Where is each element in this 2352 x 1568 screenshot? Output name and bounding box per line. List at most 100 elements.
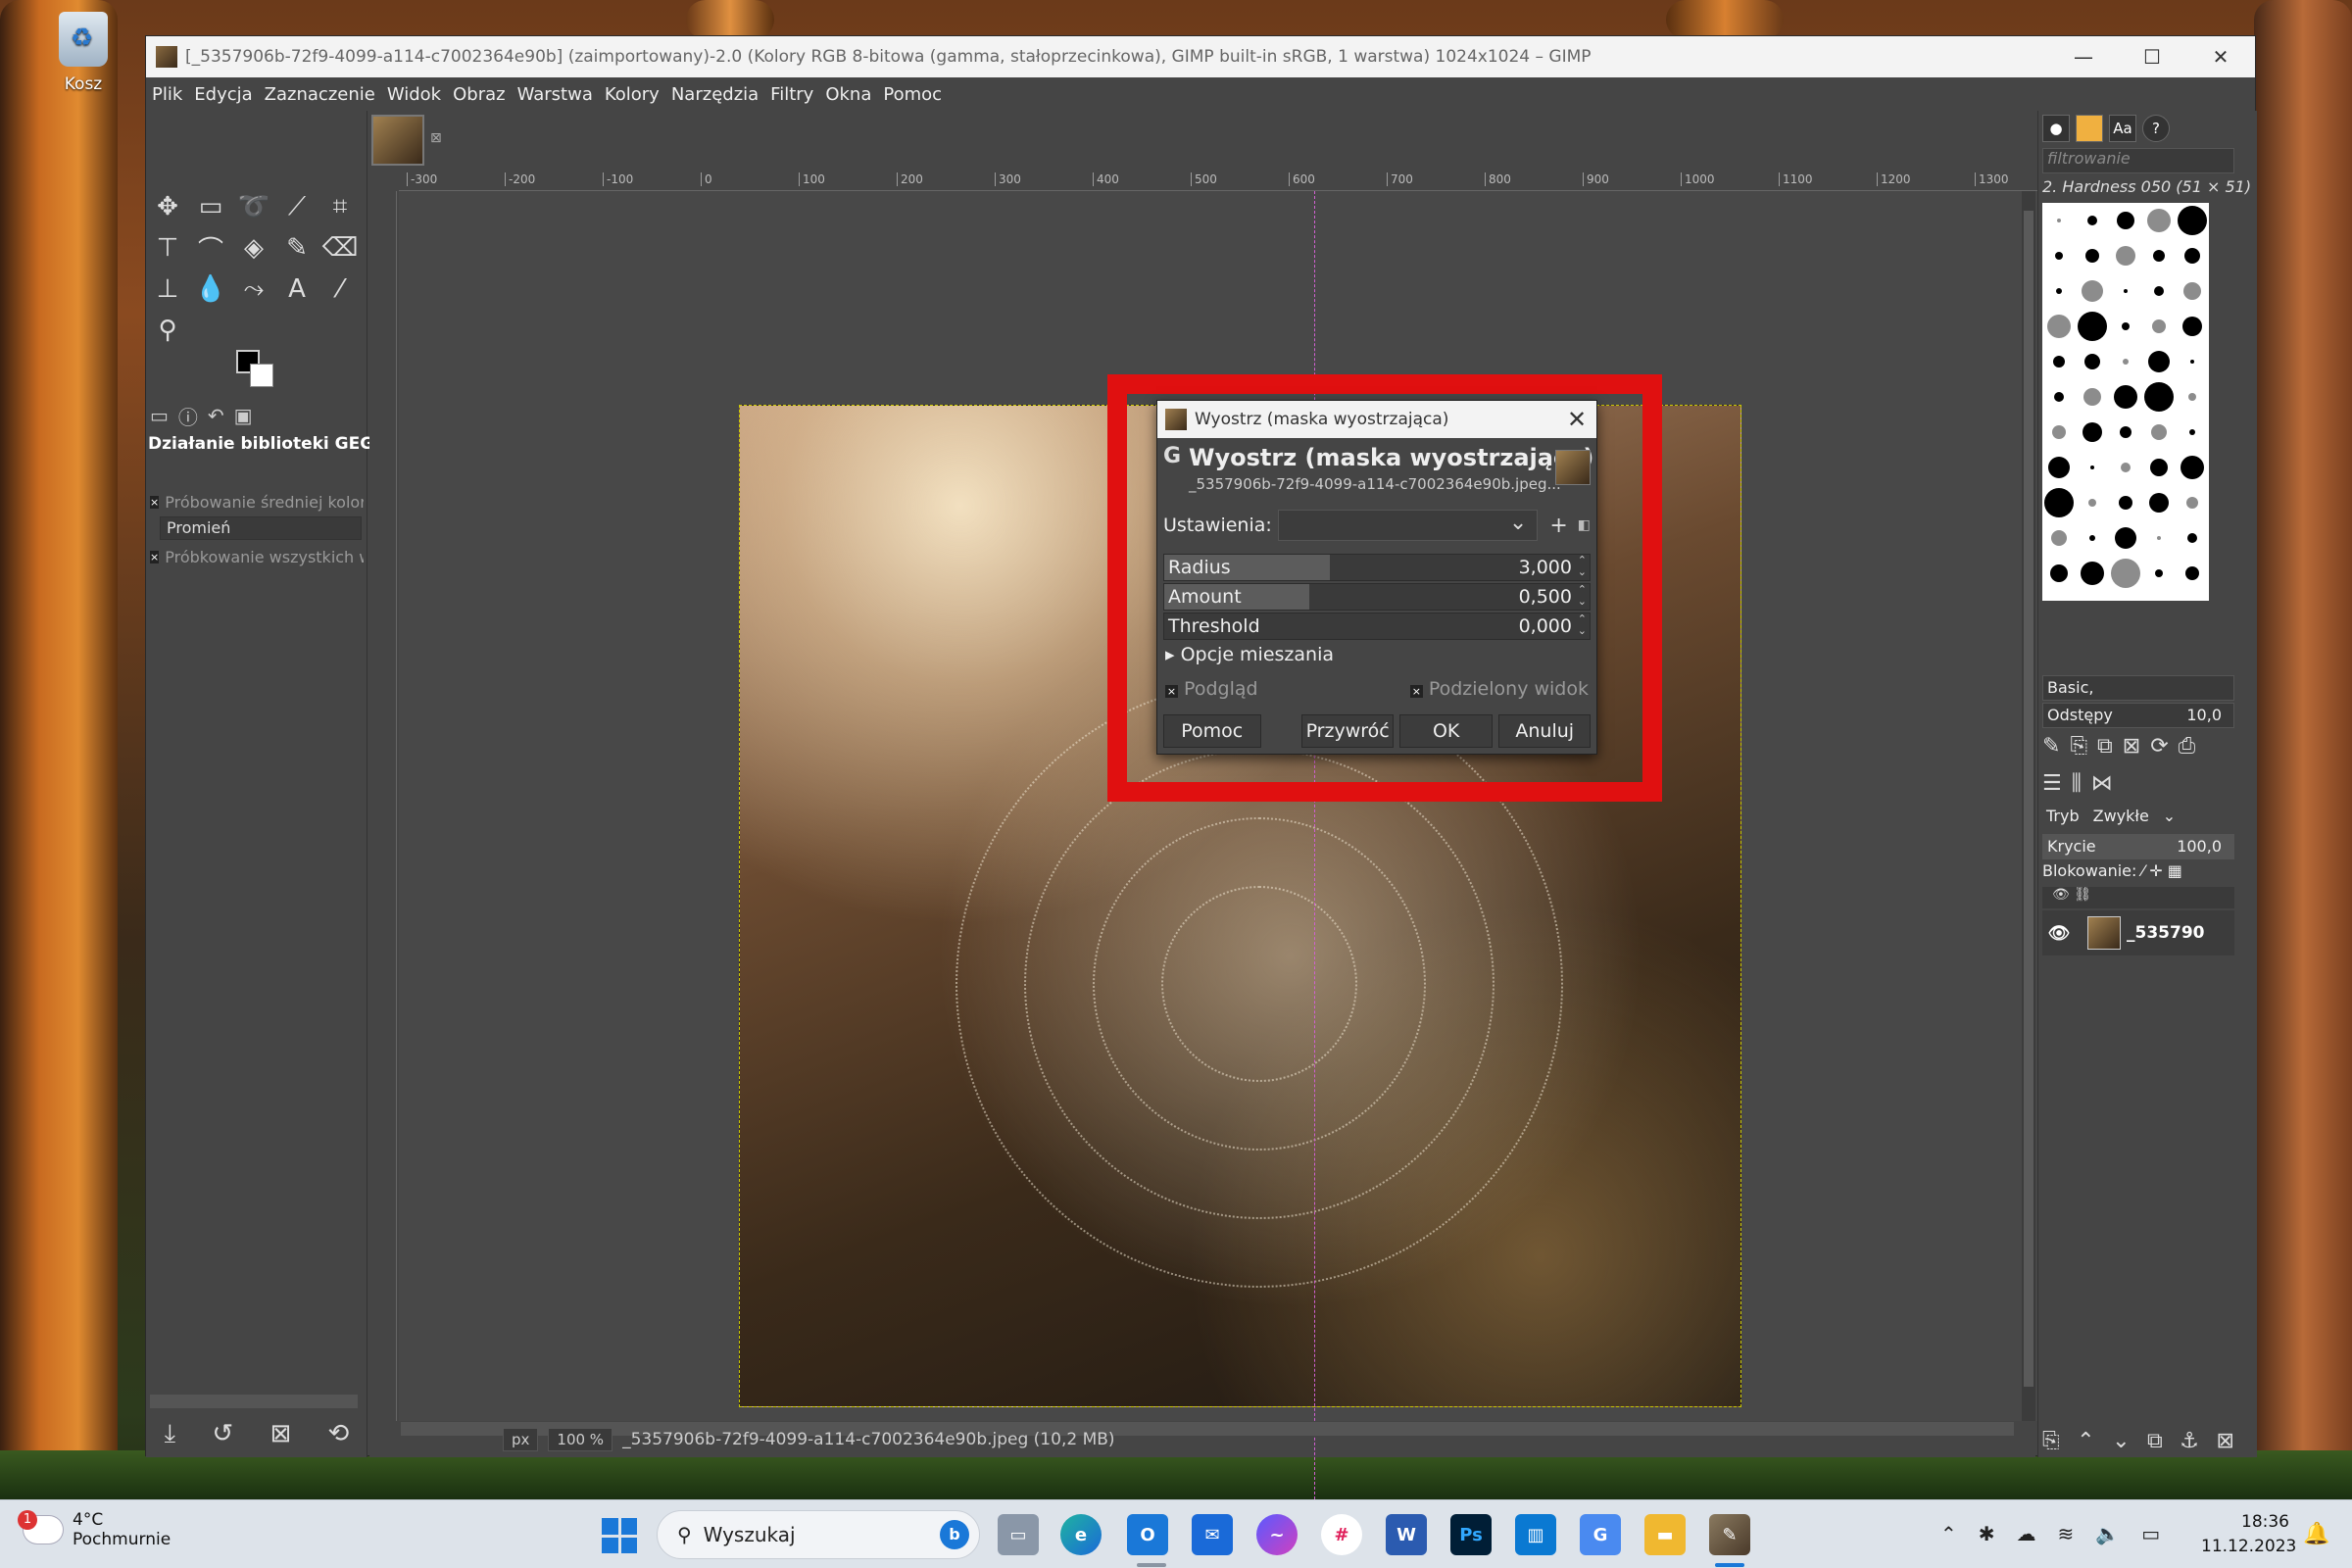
delete-layer-icon[interactable]: ⊠	[2217, 1429, 2234, 1453]
brush-preview[interactable]	[2189, 429, 2195, 435]
brush-preview[interactable]	[2152, 319, 2166, 333]
delete-options-icon[interactable]: ⊠	[270, 1419, 291, 1448]
brush-preview[interactable]	[2088, 499, 2096, 507]
brush-preview[interactable]	[2083, 388, 2101, 406]
brush-preview[interactable]	[2056, 288, 2062, 294]
brush-preview[interactable]	[2053, 356, 2065, 368]
brush-preview[interactable]	[2154, 286, 2164, 296]
battery-icon[interactable]: ▭	[2141, 1522, 2160, 1545]
duplicate-brush-icon[interactable]: ⧉	[2097, 734, 2113, 759]
new-brush-icon[interactable]: ⎘	[2070, 734, 2087, 759]
fg-bg-colors[interactable]	[236, 350, 275, 389]
brush-preview[interactable]	[2048, 457, 2070, 478]
brush-preview[interactable]	[2078, 312, 2107, 341]
fuzzy-select-tool-icon[interactable]: ⟋	[279, 189, 315, 224]
brush-preview[interactable]	[2123, 359, 2129, 365]
amount-slider[interactable]: Amount 0,500 ⌃ ⌄	[1163, 583, 1591, 611]
brush-preview[interactable]	[2185, 566, 2199, 580]
help-button[interactable]: Pomoc	[1163, 714, 1261, 748]
brush-preview[interactable]	[2085, 249, 2099, 263]
volume-icon[interactable]: 🔈	[2095, 1522, 2120, 1545]
layer-mode-row[interactable]: Tryb Zwykłe ⌄	[2046, 807, 2176, 825]
edge-icon[interactable]: e	[1060, 1514, 1102, 1555]
brush-preview[interactable]	[2117, 212, 2134, 229]
brush-preset-select[interactable]: Basic,	[2042, 675, 2234, 701]
opacity-field[interactable]: Krycie 100,0	[2042, 834, 2234, 859]
lasso-tool-icon[interactable]: ➰	[236, 189, 271, 224]
vertical-scrollbar[interactable]	[2022, 191, 2035, 1421]
brush-preview[interactable]	[2183, 282, 2201, 300]
vertical-ruler[interactable]	[375, 191, 397, 1421]
lock-position-icon[interactable]: ✛	[2149, 861, 2162, 880]
image-tab-close-icon[interactable]: ⊠	[430, 130, 442, 146]
brush-preview[interactable]	[2082, 422, 2102, 442]
anchor-layer-icon[interactable]: ⚓	[2180, 1429, 2199, 1453]
brush-preview[interactable]	[2190, 360, 2194, 364]
brush-preview[interactable]	[2188, 393, 2196, 401]
slack-tray-icon[interactable]: ✱	[1979, 1522, 1995, 1545]
brushes-tab-icon[interactable]: ●	[2042, 115, 2070, 142]
spacing-field[interactable]: Odstępy 10,0	[2042, 703, 2234, 728]
crop-tool-icon[interactable]: ⌗	[322, 189, 358, 224]
brush-preview[interactable]	[2082, 280, 2103, 302]
paintbrush-tool-icon[interactable]: ✎	[279, 230, 315, 266]
chevron-up-icon[interactable]: ⌃	[1940, 1522, 1957, 1545]
fonts-tab-icon[interactable]: Aa	[2109, 115, 2136, 142]
recycle-bin-desktop-icon[interactable]: Kosz	[49, 12, 118, 94]
zoom-tool-icon[interactable]: ⚲	[150, 313, 185, 348]
brush-preview[interactable]	[2186, 497, 2198, 509]
reset-button[interactable]: Przywróć	[1301, 714, 1394, 748]
brush-preview[interactable]	[2150, 459, 2168, 476]
brush-preview[interactable]	[2115, 527, 2136, 549]
layer-visibility-eye-icon[interactable]: 👁	[2042, 923, 2076, 944]
trello-icon[interactable]: ▥	[1515, 1514, 1556, 1555]
help-tab-icon[interactable]: ?	[2142, 115, 2170, 142]
brush-preview[interactable]	[2114, 385, 2137, 409]
layer-row[interactable]: 👁 _535790	[2042, 910, 2234, 956]
spin-arrows-icon[interactable]: ⌃ ⌄	[1578, 584, 1587, 608]
bucket-fill-tool-icon[interactable]: ◈	[236, 230, 271, 266]
threshold-slider[interactable]: Threshold 0,000 ⌃ ⌄	[1163, 612, 1591, 640]
lock-alpha-icon[interactable]: ▦	[2168, 861, 2182, 880]
open-brush-icon[interactable]: ⎙	[2179, 734, 2196, 759]
manage-presets-icon[interactable]: ◧	[1578, 517, 1591, 533]
brush-preview[interactable]	[2055, 252, 2063, 260]
color-picker-tool-icon[interactable]: ⁄	[322, 271, 358, 307]
brush-preview[interactable]	[2087, 216, 2097, 225]
brush-preview[interactable]	[2081, 562, 2104, 585]
brush-preview[interactable]	[2054, 392, 2064, 402]
brush-preview[interactable]	[2057, 219, 2061, 222]
radius-slider[interactable]: Radius 3,000 ⌃ ⌄	[1163, 554, 1591, 581]
menu-filtry[interactable]: Filtry	[770, 84, 813, 105]
brush-preview[interactable]	[2147, 209, 2171, 232]
eraser-tool-icon[interactable]: ⌫	[322, 230, 359, 266]
photoshop-icon[interactable]: Ps	[1450, 1514, 1492, 1555]
maximize-button[interactable]: ☐	[2118, 45, 2186, 69]
spin-arrows-icon[interactable]: ⌃ ⌄	[1578, 613, 1587, 637]
bing-icon[interactable]: b	[940, 1520, 969, 1549]
menu-plik[interactable]: Plik	[152, 84, 182, 105]
save-options-icon[interactable]: ⤓	[165, 1419, 176, 1449]
zoom-select[interactable]: 100 %	[548, 1428, 613, 1451]
brush-preview[interactable]	[2116, 246, 2135, 266]
channels-tab-icon[interactable]: ⫼	[2072, 771, 2082, 796]
word-icon[interactable]: W	[1386, 1514, 1427, 1555]
brush-grid[interactable]	[2042, 203, 2209, 601]
transform-tool-icon[interactable]: ⊤	[150, 230, 185, 266]
brush-filter-input[interactable]: filtrowanie	[2042, 148, 2234, 173]
slack-icon[interactable]: #	[1321, 1514, 1362, 1555]
brush-preview[interactable]	[2084, 354, 2100, 369]
brush-preview[interactable]	[2151, 424, 2167, 440]
minimize-button[interactable]: —	[2049, 45, 2118, 69]
ok-button[interactable]: OK	[1398, 714, 1494, 748]
text-tool-icon[interactable]: A	[279, 271, 315, 307]
settings-select[interactable]	[1277, 510, 1539, 541]
mode-select[interactable]: Zwykłe	[2093, 807, 2149, 825]
brush-preview[interactable]	[2178, 206, 2207, 235]
layers-tab-icon[interactable]: ☰	[2042, 771, 2062, 796]
brush-preview[interactable]	[2157, 536, 2161, 540]
chevron-down-icon[interactable]: ⌄	[2163, 807, 2176, 825]
scroll-thumb[interactable]	[2024, 211, 2034, 1387]
brush-preview[interactable]	[2124, 289, 2128, 293]
notification-bell-icon[interactable]: 🔔	[2303, 1522, 2329, 1546]
